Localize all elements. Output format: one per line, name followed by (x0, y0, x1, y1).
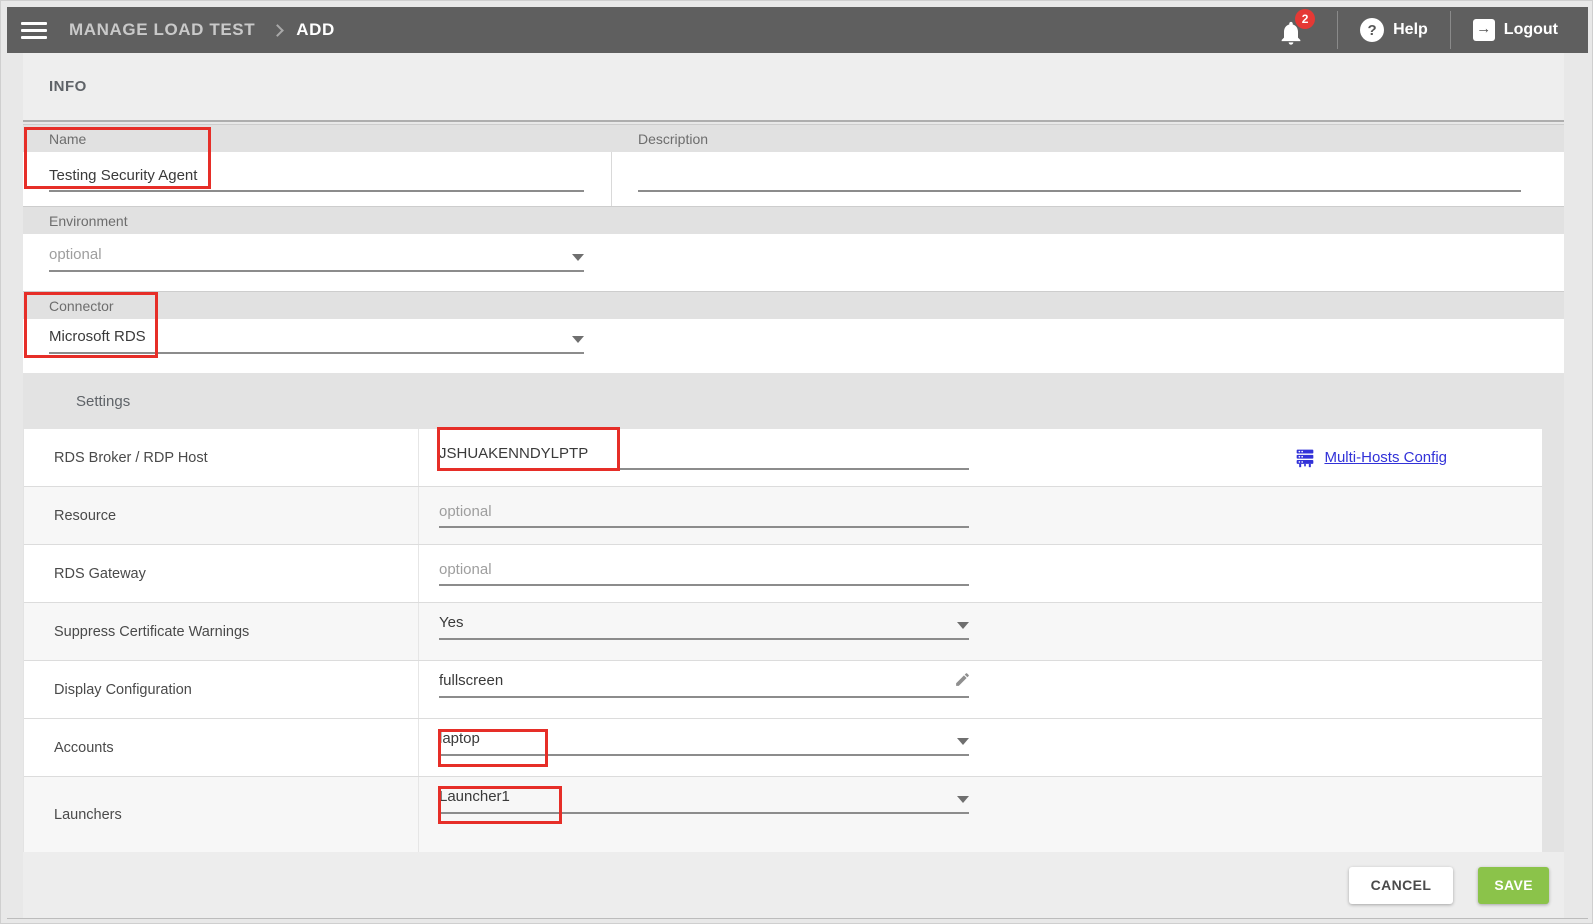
settings-row: RDS Gateway (24, 545, 1542, 603)
notifications-button[interactable]: 2 (1275, 13, 1309, 47)
suppress-cert-warnings-label: Suppress Certificate Warnings (24, 603, 419, 660)
chevron-down-icon (572, 254, 584, 261)
launchers-label: Launchers (24, 777, 419, 852)
environment-row: optional (23, 234, 1564, 291)
save-button[interactable]: SAVE (1478, 867, 1549, 904)
name-input[interactable] (49, 163, 584, 192)
menu-icon[interactable] (21, 18, 47, 43)
rds-gateway-input[interactable] (439, 557, 969, 586)
multi-hosts-config-label: Multi-Hosts Config (1324, 449, 1447, 466)
rds-broker-label: RDS Broker / RDP Host (24, 429, 419, 486)
multi-hosts-config-link[interactable]: Multi-Hosts Config (1295, 448, 1447, 468)
connector-row: Microsoft RDS (23, 319, 1564, 373)
chevron-down-icon (957, 622, 969, 629)
help-icon: ? (1360, 18, 1384, 42)
breadcrumb-root[interactable]: MANAGE LOAD TEST (69, 20, 255, 40)
suppress-cert-warnings-value: Yes (439, 614, 463, 631)
help-button[interactable]: ? Help (1338, 7, 1450, 53)
connector-label-bar: Connector (23, 291, 1564, 319)
display-configuration-value: fullscreen (439, 672, 503, 689)
server-stack-icon (1295, 448, 1315, 468)
cancel-button[interactable]: CANCEL (1349, 867, 1454, 904)
form-footer: CANCEL SAVE (23, 852, 1564, 918)
bottom-divider (7, 918, 1588, 919)
connector-label: Connector (49, 298, 114, 314)
launchers-value: Launcher1 (439, 788, 510, 805)
accounts-select[interactable]: laptop (439, 730, 969, 756)
launchers-select[interactable]: Launcher1 (439, 788, 969, 814)
resource-input[interactable] (439, 499, 969, 528)
connector-select[interactable]: Microsoft RDS (49, 328, 584, 354)
logout-label: Logout (1504, 21, 1558, 39)
help-label: Help (1393, 21, 1428, 39)
notification-badge: 2 (1295, 9, 1315, 29)
column-divider (611, 152, 612, 206)
settings-row: Resource (24, 487, 1542, 545)
name-label: Name (49, 131, 86, 147)
environment-label: Environment (49, 213, 128, 229)
info-title: INFO (49, 78, 87, 95)
resource-label: Resource (24, 487, 419, 544)
settings-row: Launchers Launcher1 (24, 777, 1542, 852)
connector-value: Microsoft RDS (49, 328, 146, 345)
display-configuration-field[interactable]: fullscreen (439, 672, 969, 698)
settings-row: RDS Broker / RDP Host (24, 429, 1542, 487)
app-header: MANAGE LOAD TEST ADD 2 ? Help → Logout (7, 7, 1588, 53)
chevron-down-icon (572, 336, 584, 343)
settings-row: Accounts laptop (24, 719, 1542, 777)
chevron-down-icon (957, 738, 969, 745)
settings-row: Display Configuration fullscreen (24, 661, 1542, 719)
suppress-cert-warnings-select[interactable]: Yes (439, 614, 969, 640)
name-description-label-bar: Name Description (23, 124, 1564, 152)
description-input[interactable] (638, 163, 1521, 192)
accounts-label: Accounts (24, 719, 419, 776)
chevron-down-icon (957, 796, 969, 803)
settings-title: Settings (23, 373, 1564, 429)
environment-value: optional (49, 246, 102, 263)
rds-broker-input[interactable] (439, 441, 969, 470)
environment-label-bar: Environment (23, 206, 1564, 234)
environment-select[interactable]: optional (49, 246, 584, 272)
logout-icon: → (1473, 19, 1495, 41)
logout-button[interactable]: → Logout (1451, 7, 1580, 53)
info-section-header: INFO (23, 53, 1564, 122)
name-description-row (23, 152, 1564, 206)
edit-pencil-icon[interactable] (954, 671, 971, 688)
display-configuration-label: Display Configuration (24, 661, 419, 718)
accounts-value: laptop (439, 730, 480, 747)
rds-gateway-label: RDS Gateway (24, 545, 419, 602)
settings-row: Suppress Certificate Warnings Yes (24, 603, 1542, 661)
description-label: Description (638, 131, 708, 147)
chevron-right-icon (271, 24, 284, 37)
app-window: MANAGE LOAD TEST ADD 2 ? Help → Logout I… (0, 0, 1593, 924)
breadcrumb-current: ADD (296, 20, 335, 40)
